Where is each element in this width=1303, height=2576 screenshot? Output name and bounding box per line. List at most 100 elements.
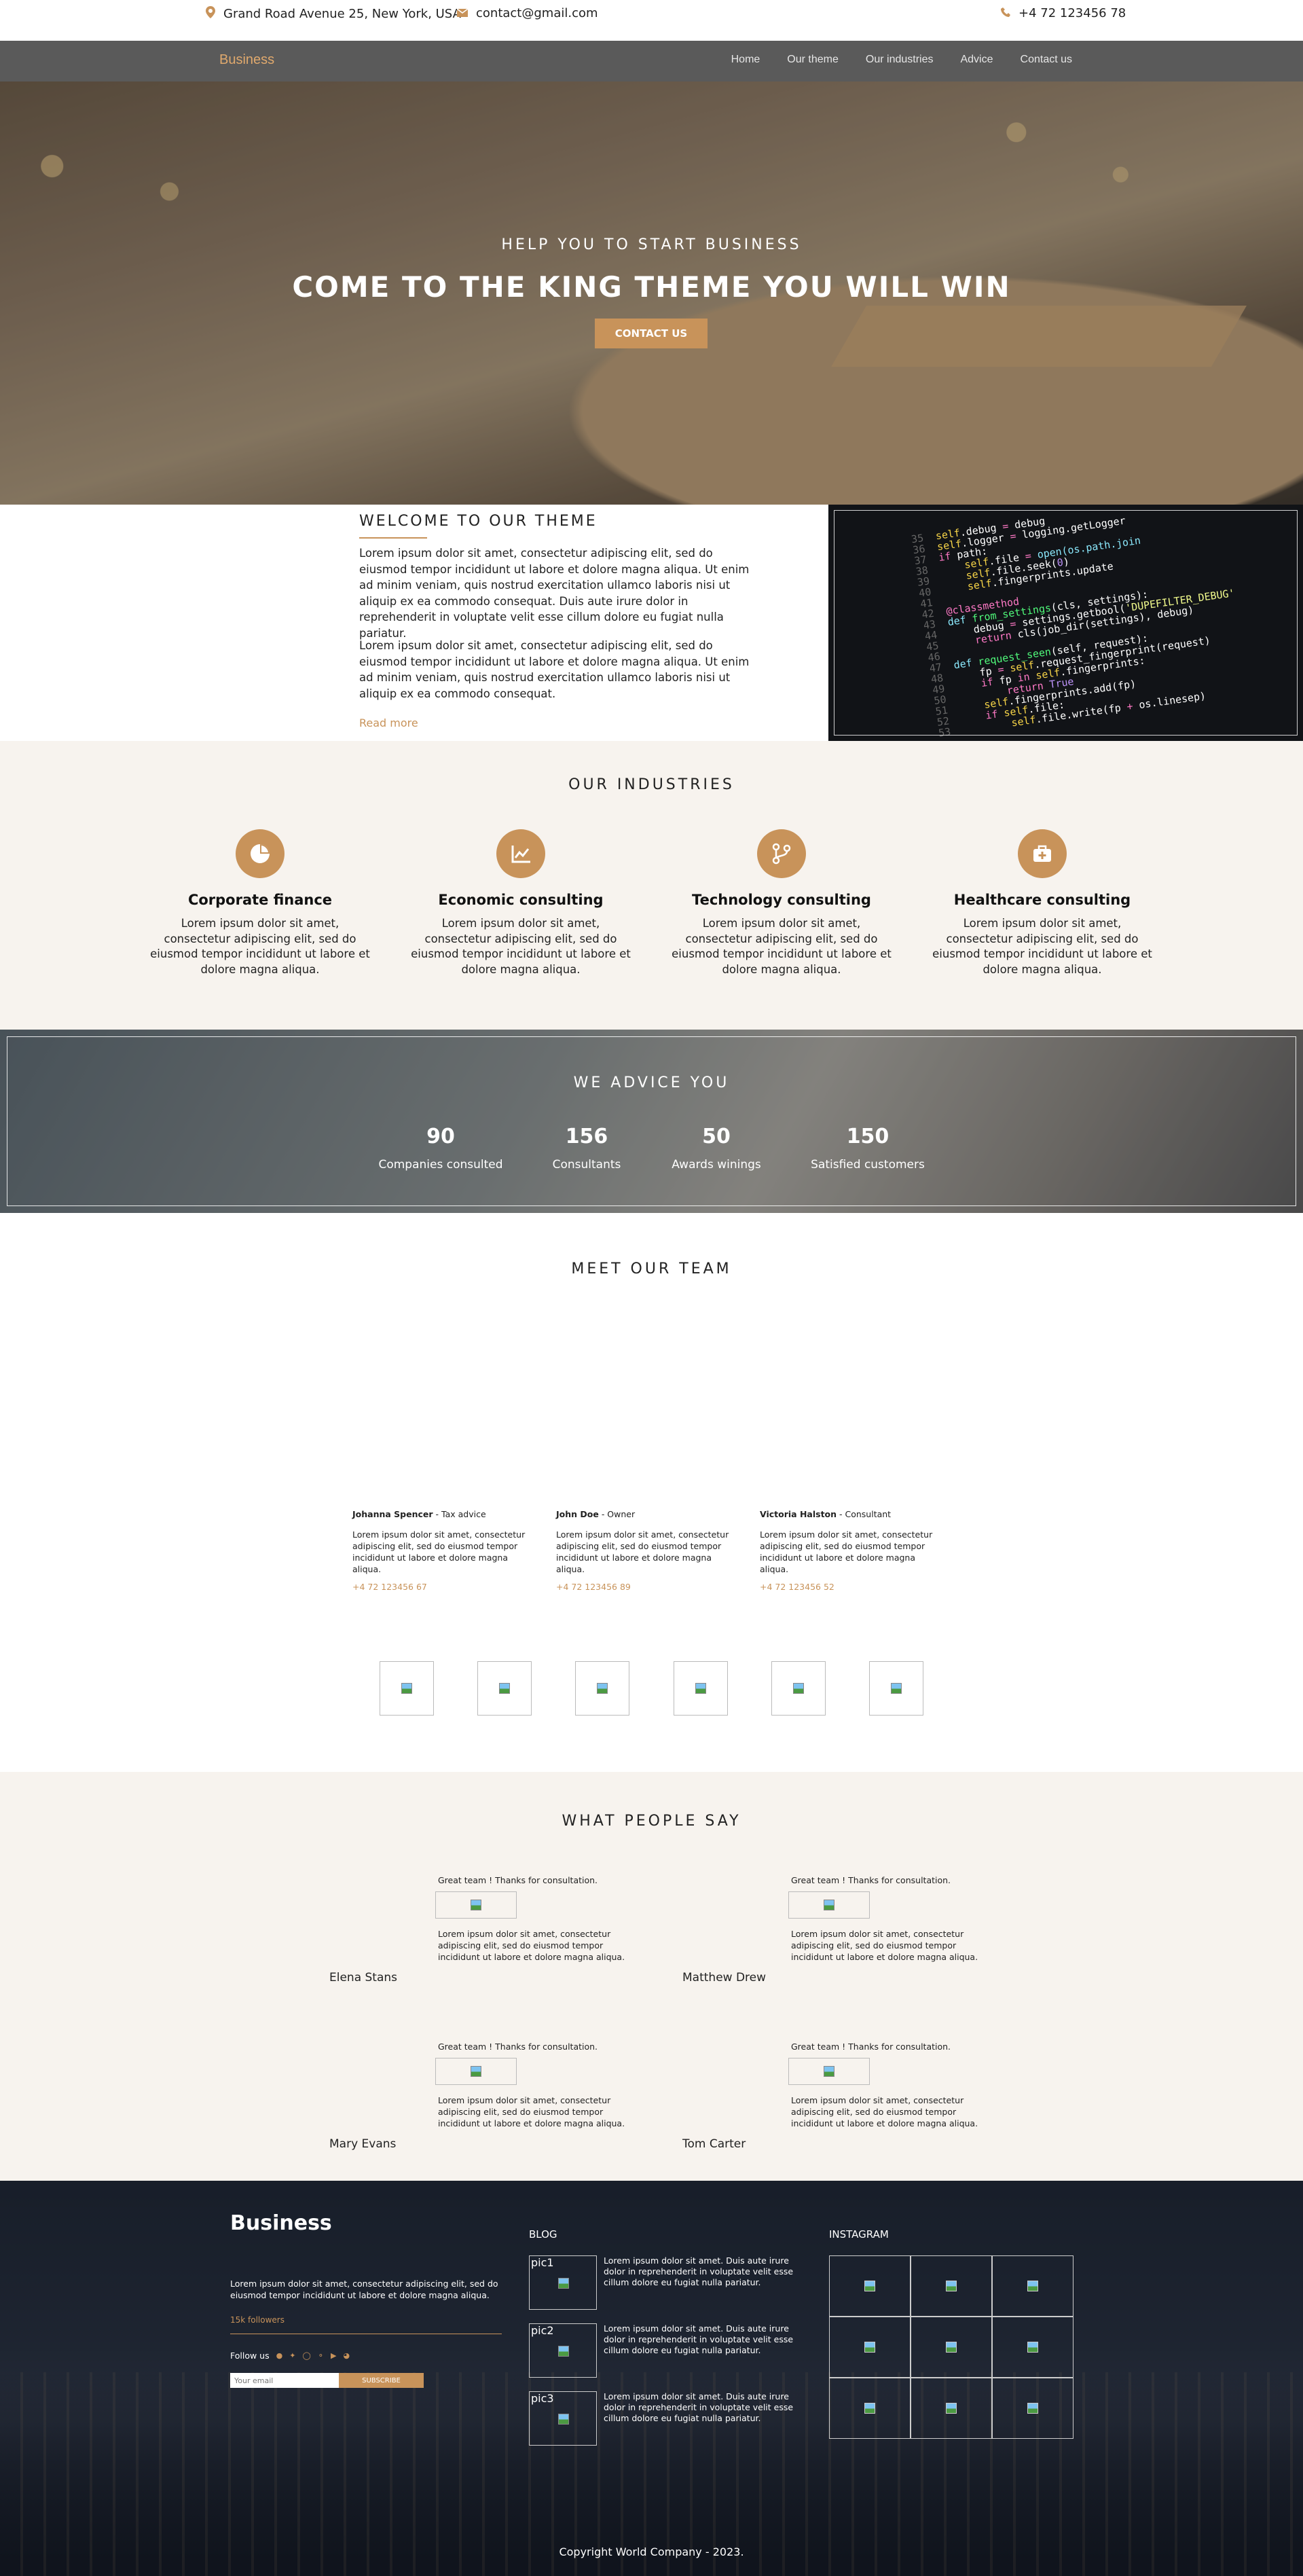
welcome-paragraph-1: Lorem ipsum dolor sit amet, consectetur … xyxy=(359,547,750,640)
stat-label: Companies consulted xyxy=(378,1158,503,1172)
team-section: MEET OUR TEAM Johanna Spencer - Tax advi… xyxy=(0,1213,1303,1772)
stat-number: 90 xyxy=(426,1125,455,1148)
blog-post[interactable]: pic2 Lorem ipsum dolor sit amet. Duis au… xyxy=(529,2323,801,2384)
testimonial-avatar xyxy=(435,1891,517,1919)
broken-image-icon xyxy=(946,2403,957,2414)
gallery-thumbnail[interactable] xyxy=(674,1661,728,1716)
industry-name: Economic consulting xyxy=(438,892,604,908)
instagram-icon[interactable]: ◯ xyxy=(302,2351,310,2360)
nav-link-contact-us[interactable]: Contact us xyxy=(1021,54,1072,66)
broken-image-icon xyxy=(695,1683,706,1694)
nav-link-our-industries[interactable]: Our industries xyxy=(866,54,934,66)
member-phone[interactable]: +4 72 123456 89 xyxy=(556,1582,739,1592)
instagram-photo[interactable] xyxy=(992,2378,1073,2439)
broken-image-icon xyxy=(864,2281,875,2291)
broken-image-icon xyxy=(793,1683,804,1694)
stat-label: Awards winings xyxy=(672,1158,761,1172)
stat-item: 156 Consultants xyxy=(519,1125,655,1172)
testimonial-quote: Great team ! Thanks for consultation. xyxy=(791,2042,951,2052)
blog-post-image[interactable]: pic3 xyxy=(529,2391,597,2446)
phone-text[interactable]: +4 72 123456 78 xyxy=(1018,6,1126,20)
instagram-photo[interactable] xyxy=(911,2317,992,2378)
stat-number: 50 xyxy=(702,1125,731,1148)
stat-item: 150 Satisfied customers xyxy=(800,1125,936,1172)
team-title: MEET OUR TEAM xyxy=(571,1260,732,1277)
testimonial-author: Matthew Drew xyxy=(682,1971,767,1984)
member-description: Lorem ipsum dolor sit amet, consectetur … xyxy=(760,1529,933,1574)
member-phone[interactable]: +4 72 123456 52 xyxy=(760,1582,943,1592)
broken-image-icon xyxy=(864,2403,875,2414)
hero-title: COME TO THE KING THEME YOU WILL WIN xyxy=(292,270,1011,304)
blog-post[interactable]: pic3 Lorem ipsum dolor sit amet. Duis au… xyxy=(529,2391,801,2452)
phone-info[interactable]: +4 72 123456 78 xyxy=(1001,6,1126,20)
industry-name: Technology consulting xyxy=(692,892,871,908)
map-marker-icon xyxy=(206,6,215,22)
email-info[interactable]: contact@gmail.com xyxy=(456,6,598,20)
broken-image-icon xyxy=(558,2346,569,2357)
broken-image-icon xyxy=(401,1683,412,1694)
testimonial-quote: Great team ! Thanks for consultation. xyxy=(438,1875,598,1885)
blog-post-text: Lorem ipsum dolor sit amet. Duis aute ir… xyxy=(604,2391,794,2423)
medical-kit-icon xyxy=(1018,829,1067,878)
blog-post-text: Lorem ipsum dolor sit amet. Duis aute ir… xyxy=(604,2255,794,2287)
newsletter-email-input[interactable] xyxy=(230,2373,339,2388)
nav-link-our-theme[interactable]: Our theme xyxy=(787,54,839,66)
broken-image-icon xyxy=(891,1683,902,1694)
gallery-thumbnail[interactable] xyxy=(771,1661,826,1716)
instagram-photo[interactable] xyxy=(992,2317,1073,2378)
testimonials-section: WHAT PEOPLE SAY Great team ! Thanks for … xyxy=(0,1772,1303,2181)
industry-name: Corporate finance xyxy=(187,892,333,908)
youtube-icon[interactable]: ▶ xyxy=(331,2351,336,2360)
footer-about-text: Lorem ipsum dolor sit amet, consectetur … xyxy=(230,2279,498,2300)
blog-post[interactable]: pic1 Lorem ipsum dolor sit amet. Duis au… xyxy=(529,2255,801,2317)
contact-us-button[interactable]: CONTACT US xyxy=(595,319,708,348)
read-more-link[interactable]: Read more xyxy=(359,716,418,729)
instagram-photo[interactable] xyxy=(911,2378,992,2439)
member-name: John Doe xyxy=(556,1509,599,1519)
pinterest-icon[interactable]: ⚬ xyxy=(318,2351,324,2360)
industry-card: Technology consulting Lorem ipsum dolor … xyxy=(669,829,894,977)
blog-post-image[interactable]: pic2 xyxy=(529,2323,597,2378)
top-info-bar: Grand Road Avenue 25, New York, USA cont… xyxy=(0,0,1303,41)
brand-logo[interactable]: Business xyxy=(219,52,274,68)
member-phone[interactable]: +4 72 123456 67 xyxy=(352,1582,536,1592)
member-heading: Victoria Halston - Consultant xyxy=(760,1509,943,1519)
stat-number: 150 xyxy=(846,1125,889,1148)
subscribe-button[interactable]: SUBSCRIBE xyxy=(339,2373,424,2388)
welcome-paragraph-2: Lorem ipsum dolor sit amet, consectetur … xyxy=(359,639,750,700)
instagram-photo[interactable] xyxy=(911,2255,992,2317)
instagram-photo[interactable] xyxy=(829,2255,911,2317)
testimonial-avatar xyxy=(788,2058,870,2085)
hero-banner: HELP YOU TO START BUSINESS COME TO THE K… xyxy=(0,81,1303,505)
stat-item: 50 Awards winings xyxy=(648,1125,784,1172)
footer-brand[interactable]: Business xyxy=(230,2211,332,2235)
stat-label: Consultants xyxy=(552,1158,621,1172)
gallery-thumbnail[interactable] xyxy=(380,1661,434,1716)
gallery-thumbnail[interactable] xyxy=(575,1661,629,1716)
facebook-icon[interactable]: ● xyxy=(276,2351,283,2360)
nav-link-home[interactable]: Home xyxy=(731,54,760,66)
member-description: Lorem ipsum dolor sit amet, consectetur … xyxy=(352,1529,526,1574)
stat-label: Satisfied customers xyxy=(811,1158,925,1172)
advice-frame xyxy=(7,1036,1296,1206)
gallery-thumbnail[interactable] xyxy=(869,1661,923,1716)
welcome-title: WELCOME TO OUR THEME xyxy=(359,513,598,530)
blog-post-image[interactable]: pic1 xyxy=(529,2255,597,2310)
social-links: Follow us ● ✦ ◯ ⚬ ▶ ◕ xyxy=(230,2351,350,2361)
member-role: - Owner xyxy=(598,1509,636,1519)
nav-link-advice[interactable]: Advice xyxy=(960,54,993,66)
blog-post-image-alt: pic2 xyxy=(531,2324,554,2337)
testimonial-author: Tom Carter xyxy=(682,2137,746,2151)
member-heading: John Doe - Owner xyxy=(556,1509,739,1519)
twitter-icon[interactable]: ✦ xyxy=(289,2351,295,2360)
industry-card: Corporate finance Lorem ipsum dolor sit … xyxy=(148,829,372,977)
instagram-photo[interactable] xyxy=(829,2378,911,2439)
code-screen-image: 35 self.debug = debug 36 self.logger = l… xyxy=(828,505,1303,741)
email-text[interactable]: contact@gmail.com xyxy=(476,6,598,20)
instagram-photo[interactable] xyxy=(829,2317,911,2378)
instagram-photo[interactable] xyxy=(992,2255,1073,2317)
industry-description: Lorem ipsum dolor sit amet, consectetur … xyxy=(672,917,892,976)
github-icon[interactable]: ◕ xyxy=(343,2351,350,2360)
site-footer: Business Lorem ipsum dolor sit amet, con… xyxy=(0,2181,1303,2576)
gallery-thumbnail[interactable] xyxy=(477,1661,532,1716)
